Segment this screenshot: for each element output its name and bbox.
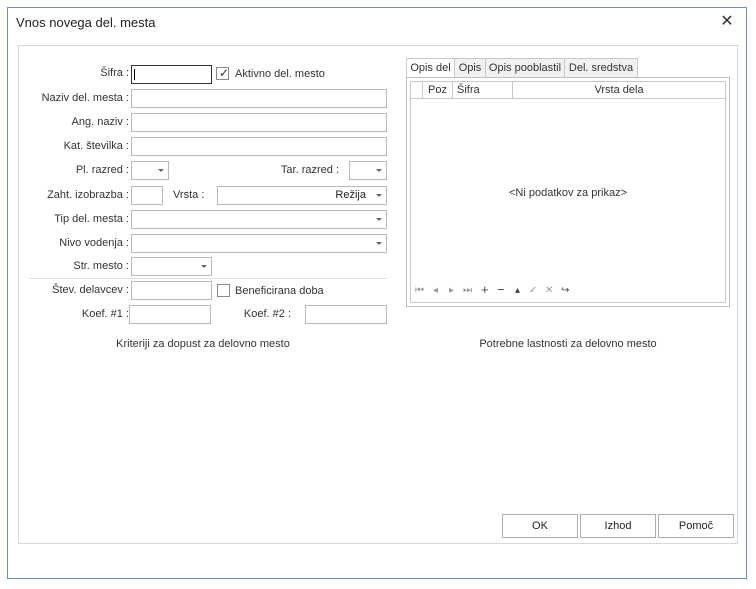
kat-stevilka-input[interactable] (131, 137, 387, 156)
nivo-label: Nivo vodenja : (59, 237, 129, 249)
confirm-icon[interactable]: ✓ (529, 285, 537, 296)
separator (29, 278, 387, 279)
stev-delavcev-label: Štev. delavcev : (52, 284, 129, 296)
vrsta-select[interactable]: Režija (217, 186, 387, 205)
stev-delavcev-input[interactable] (131, 281, 212, 300)
tar-razred-select[interactable] (349, 161, 387, 180)
kat-stevilka-label: Kat. številka : (63, 140, 129, 152)
vrsta-label: Vrsta : (173, 189, 205, 201)
tab-opis-pooblastil[interactable]: Opis pooblastil (485, 58, 565, 78)
data-grid[interactable]: Poz Šifra Vrsta dela <Ni podatkov za pri… (410, 81, 726, 303)
check-icon: ✓ (219, 66, 230, 80)
aktivno-label: Aktivno del. mesto (235, 68, 325, 80)
tip-select[interactable] (131, 210, 387, 229)
tar-razred-label: Tar. razred : (280, 164, 339, 176)
chevron-down-icon (201, 265, 207, 268)
koef1-label: Koef. #1 : (81, 308, 129, 320)
dialog-window: Vnos novega del. mesta ✕ Šifra : ✓ Aktiv… (7, 7, 747, 579)
beneficirana-checkbox[interactable] (217, 284, 230, 297)
chevron-down-icon (376, 218, 382, 221)
tip-label: Tip del. mesta : (54, 213, 129, 225)
last-icon[interactable]: ⏭ (463, 285, 472, 296)
pomoc-button[interactable]: Pomoč (658, 514, 734, 538)
tab-opis-del[interactable]: Opis del (406, 58, 455, 78)
column-header-poz[interactable]: Poz (423, 82, 453, 99)
pl-razred-select[interactable] (131, 161, 169, 180)
caption-lastnosti: Potrebne lastnosti za delovno mesto (479, 338, 657, 350)
izhod-button[interactable]: Izhod (580, 514, 656, 538)
sifra-label: Šifra : (100, 67, 129, 79)
str-mesto-select[interactable] (131, 257, 212, 276)
ang-naziv-input[interactable] (131, 113, 387, 132)
sifra-input[interactable] (131, 65, 212, 84)
prev-icon[interactable]: ◂ (433, 285, 438, 296)
zaht-izobrazba-input[interactable] (131, 186, 163, 205)
form-area: Šifra : ✓ Aktivno del. mesto Naziv del. … (18, 45, 738, 544)
title-bar: Vnos novega del. mesta ✕ (8, 8, 746, 38)
chevron-down-icon (376, 194, 382, 197)
zaht-izobrazba-label: Zaht. izobrazba : (47, 189, 129, 201)
vrsta-value: Režija (335, 189, 366, 201)
ok-button[interactable]: OK (502, 514, 578, 538)
naziv-label: Naziv del. mesta : (41, 92, 129, 104)
next-icon[interactable]: ▸ (449, 285, 454, 296)
column-header-sifra[interactable]: Šifra (453, 82, 513, 99)
up-icon[interactable]: ▴ (515, 285, 520, 296)
tab-del-sredstva[interactable]: Del. sredstva (564, 58, 638, 78)
chevron-down-icon (376, 242, 382, 245)
empty-grid-message: <Ni podatkov za prikaz> (508, 187, 627, 199)
text-caret (134, 69, 135, 80)
cancel-icon[interactable]: ✕ (545, 285, 553, 296)
close-icon[interactable]: ✕ (718, 13, 736, 31)
ang-naziv-label: Ang. naziv : (71, 116, 129, 128)
naziv-input[interactable] (131, 89, 387, 108)
chevron-down-icon (158, 169, 164, 172)
chevron-down-icon (376, 169, 382, 172)
tab-panel: Poz Šifra Vrsta dela <Ni podatkov za pri… (406, 77, 730, 307)
tab-opis[interactable]: Opis (454, 58, 486, 78)
delete-icon[interactable]: − (497, 282, 505, 297)
beneficirana-label: Beneficirana doba (235, 285, 324, 297)
first-icon[interactable]: ⏮ (415, 285, 424, 296)
add-icon[interactable]: + (481, 282, 489, 297)
koef2-input[interactable] (305, 305, 387, 324)
aktivno-checkbox[interactable]: ✓ (216, 66, 230, 80)
str-mesto-label: Str. mesto : (73, 260, 129, 272)
nivo-select[interactable] (131, 234, 387, 253)
column-header-vrsta-dela[interactable]: Vrsta dela (513, 82, 725, 99)
pl-razred-label: Pl. razred : (75, 164, 129, 176)
refresh-icon[interactable]: ↪ (561, 285, 569, 296)
caption-kriteriji: Kriteriji za dopust za delovno mesto (116, 338, 290, 350)
row-indicator-header (411, 82, 423, 99)
koef2-label: Koef. #2 : (243, 308, 291, 320)
window-title: Vnos novega del. mesta (16, 15, 156, 30)
